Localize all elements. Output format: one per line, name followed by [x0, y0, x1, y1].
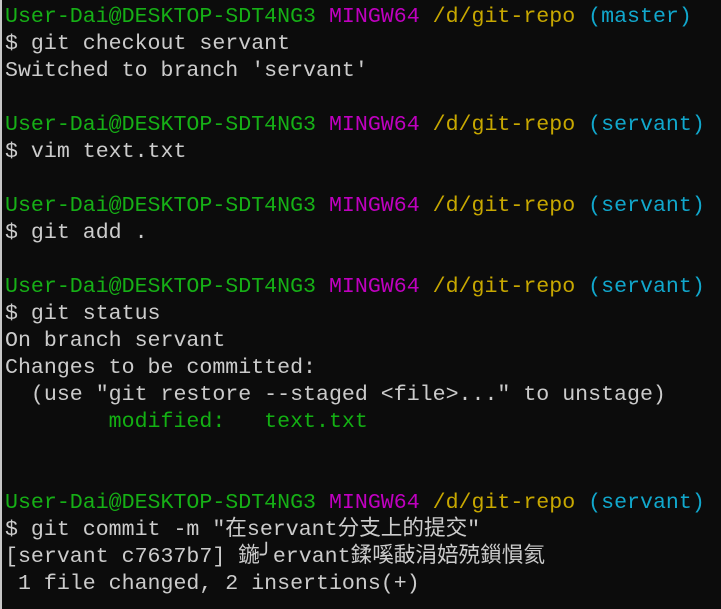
terminal-text-text: $ vim text.txt [5, 140, 187, 164]
terminal-line: (use "git restore --staged <file>..." to… [5, 382, 719, 409]
terminal-text-text: 1 file changed, 2 insertions(+) [5, 572, 420, 596]
terminal-line: User-Dai@DESKTOP-SDT4NG3 MINGW64 /d/git-… [5, 490, 719, 517]
terminal-line: Switched to branch 'servant' [5, 58, 719, 85]
terminal-text-text: [servant c7637b7] 鍦╯ervant鍒嗘敮涓婄殑鎻愪氦 [5, 545, 545, 569]
terminal-text-text: On branch servant [5, 329, 226, 353]
terminal-text-path: /d/git-repo [432, 275, 589, 299]
terminal-line: User-Dai@DESKTOP-SDT4NG3 MINGW64 /d/git-… [5, 193, 719, 220]
terminal-text-mingw: MINGW64 [328, 194, 433, 218]
terminal-text-path: /d/git-repo [432, 113, 589, 137]
terminal-line: $ vim text.txt [5, 139, 719, 166]
terminal-text-text: $ git commit -m "在servant分支上的提交" [5, 518, 481, 542]
terminal-text-user-host: User-Dai@DESKTOP-SDT4NG3 [5, 491, 329, 515]
terminal-text-user-host: User-Dai@DESKTOP-SDT4NG3 [5, 194, 329, 218]
terminal-text-mingw: MINGW64 [328, 491, 433, 515]
terminal-text-mingw: MINGW64 [328, 113, 433, 137]
terminal-text-user-host: User-Dai@DESKTOP-SDT4NG3 [5, 113, 329, 137]
terminal-line: 1 file changed, 2 insertions(+) [5, 571, 719, 598]
terminal-line: $ git commit -m "在servant分支上的提交" [5, 517, 719, 544]
terminal-line: User-Dai@DESKTOP-SDT4NG3 MINGW64 /d/git-… [5, 274, 719, 301]
terminal-line: [servant c7637b7] 鍦╯ervant鍒嗘敮涓婄殑鎻愪氦 [5, 544, 719, 571]
terminal-line: $ git add . [5, 220, 719, 247]
terminal-text-text: (use "git restore --staged <file>..." to… [5, 383, 666, 407]
terminal-text-mingw: MINGW64 [328, 275, 433, 299]
terminal-text-modified: modified: text.txt [5, 410, 368, 434]
terminal-text-path: /d/git-repo [432, 194, 589, 218]
terminal-line: On branch servant [5, 328, 719, 355]
terminal-text-text: $ git status [5, 302, 161, 326]
terminal-text-user-host: User-Dai@DESKTOP-SDT4NG3 [5, 5, 329, 29]
terminal-text-path: /d/git-repo [432, 5, 589, 29]
terminal-window[interactable]: User-Dai@DESKTOP-SDT4NG3 MINGW64 /d/git-… [0, 0, 719, 609]
terminal-line: $ git checkout servant [5, 31, 719, 58]
terminal-line: Changes to be committed: [5, 355, 719, 382]
terminal-text-text: Changes to be committed: [5, 356, 317, 380]
terminal-line: User-Dai@DESKTOP-SDT4NG3 MINGW64 /d/git-… [5, 4, 719, 31]
terminal-text-branch: (servant) [588, 491, 705, 515]
terminal-line: User-Dai@DESKTOP-SDT4NG3 MINGW64 /d/git-… [5, 112, 719, 139]
terminal-text-text: Switched to branch 'servant' [5, 59, 368, 83]
terminal-text-text: $ git add . [5, 221, 148, 245]
terminal-text-text: $ git checkout servant [5, 32, 291, 56]
terminal-text-user-host: User-Dai@DESKTOP-SDT4NG3 [5, 275, 329, 299]
terminal-text-mingw: MINGW64 [328, 5, 433, 29]
terminal-text-branch: (servant) [588, 275, 705, 299]
terminal-text-branch: (servant) [588, 113, 705, 137]
terminal-text-branch: (servant) [588, 194, 705, 218]
terminal-line: $ git status [5, 301, 719, 328]
terminal-line: modified: text.txt [5, 409, 719, 436]
terminal-text-branch: (master) [588, 5, 692, 29]
terminal-text-path: /d/git-repo [432, 491, 589, 515]
